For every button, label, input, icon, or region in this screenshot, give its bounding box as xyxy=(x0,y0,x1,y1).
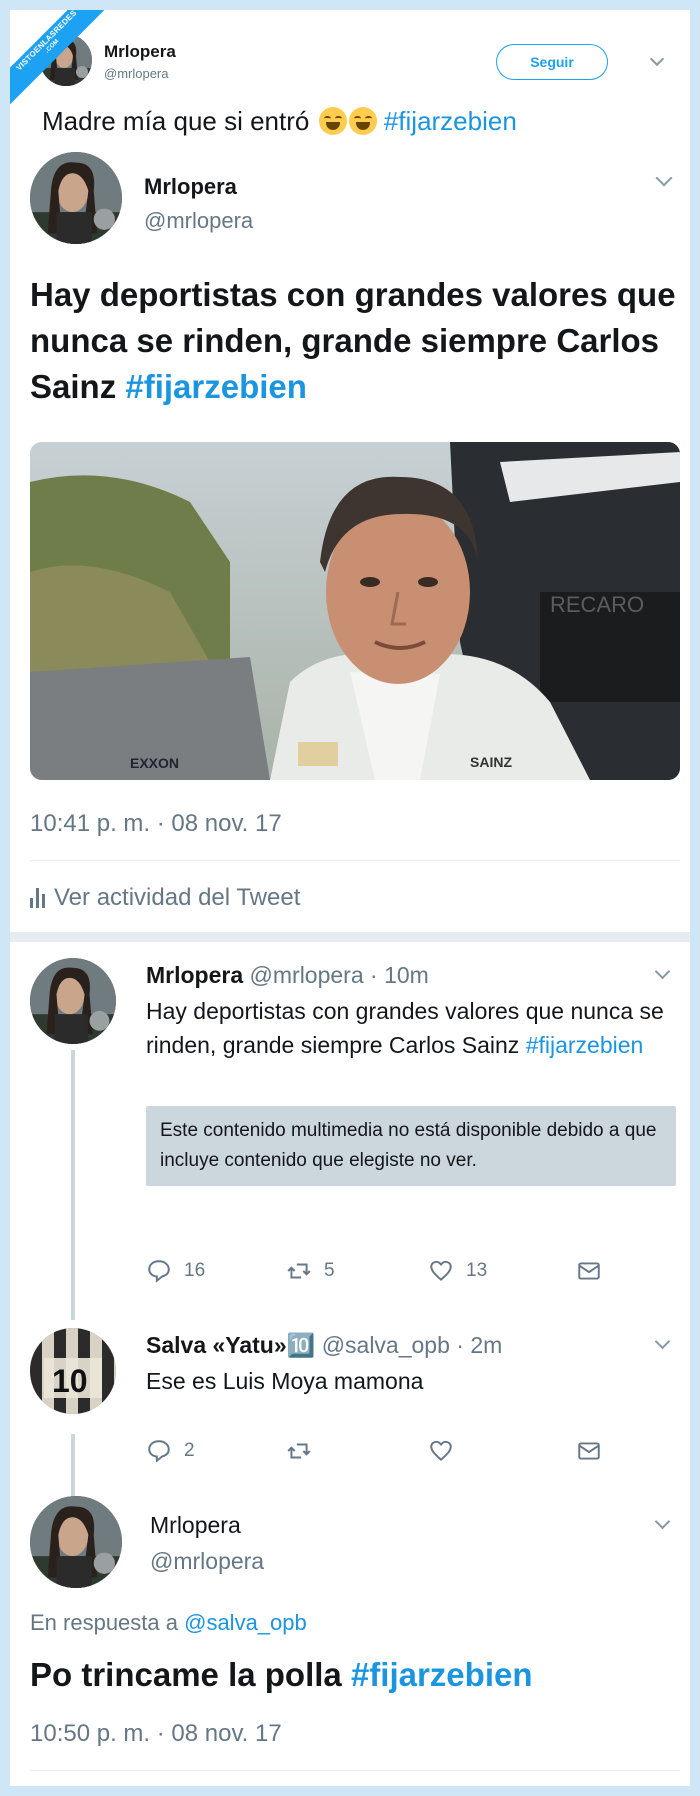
tweet-header: Salva «Yatu»🔟 @salva_opb · 2m xyxy=(146,1332,502,1359)
username[interactable]: @mrlopera xyxy=(104,66,169,81)
retweet-icon xyxy=(287,1443,311,1459)
divider xyxy=(30,860,680,861)
divider xyxy=(30,1770,680,1771)
tweet-text: Madre mía que si entró xyxy=(42,106,310,136)
thread-tweet: Mrlopera @mrlopera · 10m Hay deportistas… xyxy=(30,958,678,1283)
tweet-actions: 16 5 13 xyxy=(146,1258,676,1288)
display-name[interactable]: Mrlopera xyxy=(150,1512,241,1539)
laughing-emoji-icon xyxy=(318,107,347,135)
avatar-image xyxy=(30,152,122,244)
like-count: 13 xyxy=(466,1260,488,1281)
jersey-avatar-image: 10 xyxy=(30,1328,116,1414)
envelope-icon xyxy=(578,1442,600,1460)
tweet-activity-link[interactable]: Ver actividad del Tweet xyxy=(30,884,300,912)
section-separator xyxy=(10,932,690,942)
display-name[interactable]: Mrlopera xyxy=(146,962,243,988)
envelope-icon xyxy=(578,1262,600,1280)
follow-button[interactable]: Seguir xyxy=(496,44,608,80)
like-button[interactable]: 13 xyxy=(428,1258,487,1284)
tweet-text-block: Hay deportistas con grandes valores que … xyxy=(146,994,676,1062)
tweet-header: Mrlopera @mrlopera · 10m xyxy=(146,962,429,989)
thread-tweet: 10 Salva «Yatu»🔟 @salva_opb · 2m Ese es … xyxy=(30,1328,678,1488)
quoted-tweet-text: Hay deportistas con grandes valores que … xyxy=(30,272,680,410)
username-time[interactable]: @mrlopera · 10m xyxy=(250,962,429,988)
svg-text:10: 10 xyxy=(52,1363,88,1399)
tweet-timestamp[interactable]: 10:41 p. m. · 08 nov. 17 xyxy=(30,810,282,838)
reply-icon xyxy=(148,1440,170,1463)
tweet-actions: 2 xyxy=(146,1438,676,1468)
reply-count: 2 xyxy=(184,1440,195,1461)
hashtag-link[interactable]: #fijarzebien xyxy=(384,106,517,136)
suit-logo-text: EXXON xyxy=(130,755,179,771)
chevron-down-icon[interactable] xyxy=(654,963,671,980)
hashtag-link[interactable]: #fijarzebien xyxy=(526,1032,644,1058)
heart-icon xyxy=(430,1440,452,1461)
tweet-photo[interactable]: RECARO SAINZ EXXON xyxy=(30,442,680,780)
in-reply-label: En respuesta a xyxy=(30,1610,178,1635)
tweet-text: Po trincame la polla xyxy=(30,1656,342,1693)
chevron-down-icon[interactable] xyxy=(654,1513,671,1530)
quoted-tweet-header: Mrlopera @mrlopera xyxy=(30,152,678,252)
chevron-down-icon[interactable] xyxy=(655,169,673,187)
hashtag-link[interactable]: #fijarzebien xyxy=(351,1656,533,1693)
reply-button[interactable]: 16 xyxy=(146,1258,205,1284)
tweet-timestamp[interactable]: 10:50 p. m. · 08 nov. 17 xyxy=(30,1720,282,1748)
avatar[interactable] xyxy=(30,1496,122,1588)
chevron-down-icon[interactable] xyxy=(654,1333,671,1350)
media-unavailable-notice: Este contenido multimedia no está dispon… xyxy=(146,1106,676,1186)
username[interactable]: @mrlopera xyxy=(144,208,253,234)
suit-badge-text: SAINZ xyxy=(470,754,512,770)
outer-tweet-text: Madre mía que si entró #fijarzebien xyxy=(42,106,517,137)
recaro-logo-text: RECARO xyxy=(550,592,644,617)
retweet-count: 5 xyxy=(324,1260,335,1281)
display-name[interactable]: Mrlopera xyxy=(104,42,176,62)
in-reply-to: En respuesta a @salva_opb xyxy=(30,1610,307,1636)
screenshot-frame: VISTOENLASREDES .COM Mrlopera @mrlopera … xyxy=(10,10,690,1786)
display-name[interactable]: Salva «Yatu»🔟 xyxy=(146,1332,315,1358)
outer-tweet-header: Mrlopera @mrlopera Seguir xyxy=(40,34,670,94)
like-button[interactable] xyxy=(428,1438,466,1464)
driver-portrait-image: RECARO SAINZ EXXON xyxy=(30,442,680,780)
avatar-image xyxy=(30,958,116,1044)
direct-message-button[interactable] xyxy=(576,1438,614,1464)
reply-count: 16 xyxy=(184,1260,206,1281)
avatar[interactable] xyxy=(30,958,116,1044)
reply-button[interactable]: 2 xyxy=(146,1438,195,1464)
reply-icon xyxy=(148,1260,170,1283)
chevron-down-icon[interactable] xyxy=(649,51,665,67)
username[interactable]: @mrlopera xyxy=(150,1548,264,1575)
avatar-image xyxy=(30,1496,122,1588)
final-tweet-text: Po trincame la polla #fijarzebien xyxy=(30,1656,533,1694)
bar-chart-icon xyxy=(30,888,46,908)
activity-label: Ver actividad del Tweet xyxy=(54,884,301,911)
avatar[interactable] xyxy=(30,152,122,244)
tweet-text: Ese es Luis Moya mamona xyxy=(146,1368,424,1394)
retweet-button[interactable]: 5 xyxy=(286,1258,335,1284)
final-tweet-header: Mrlopera @mrlopera xyxy=(30,1496,678,1596)
laughing-emoji-icon xyxy=(348,107,377,135)
display-name[interactable]: Mrlopera xyxy=(144,174,237,200)
hashtag-link[interactable]: #fijarzebien xyxy=(125,368,307,405)
retweet-icon xyxy=(287,1263,311,1279)
retweet-button[interactable] xyxy=(286,1438,324,1464)
direct-message-button[interactable] xyxy=(576,1258,614,1284)
mention-link[interactable]: @salva_opb xyxy=(184,1610,307,1635)
heart-icon xyxy=(430,1260,452,1281)
username-time[interactable]: @salva_opb · 2m xyxy=(322,1332,503,1358)
avatar[interactable]: 10 xyxy=(30,1328,116,1414)
